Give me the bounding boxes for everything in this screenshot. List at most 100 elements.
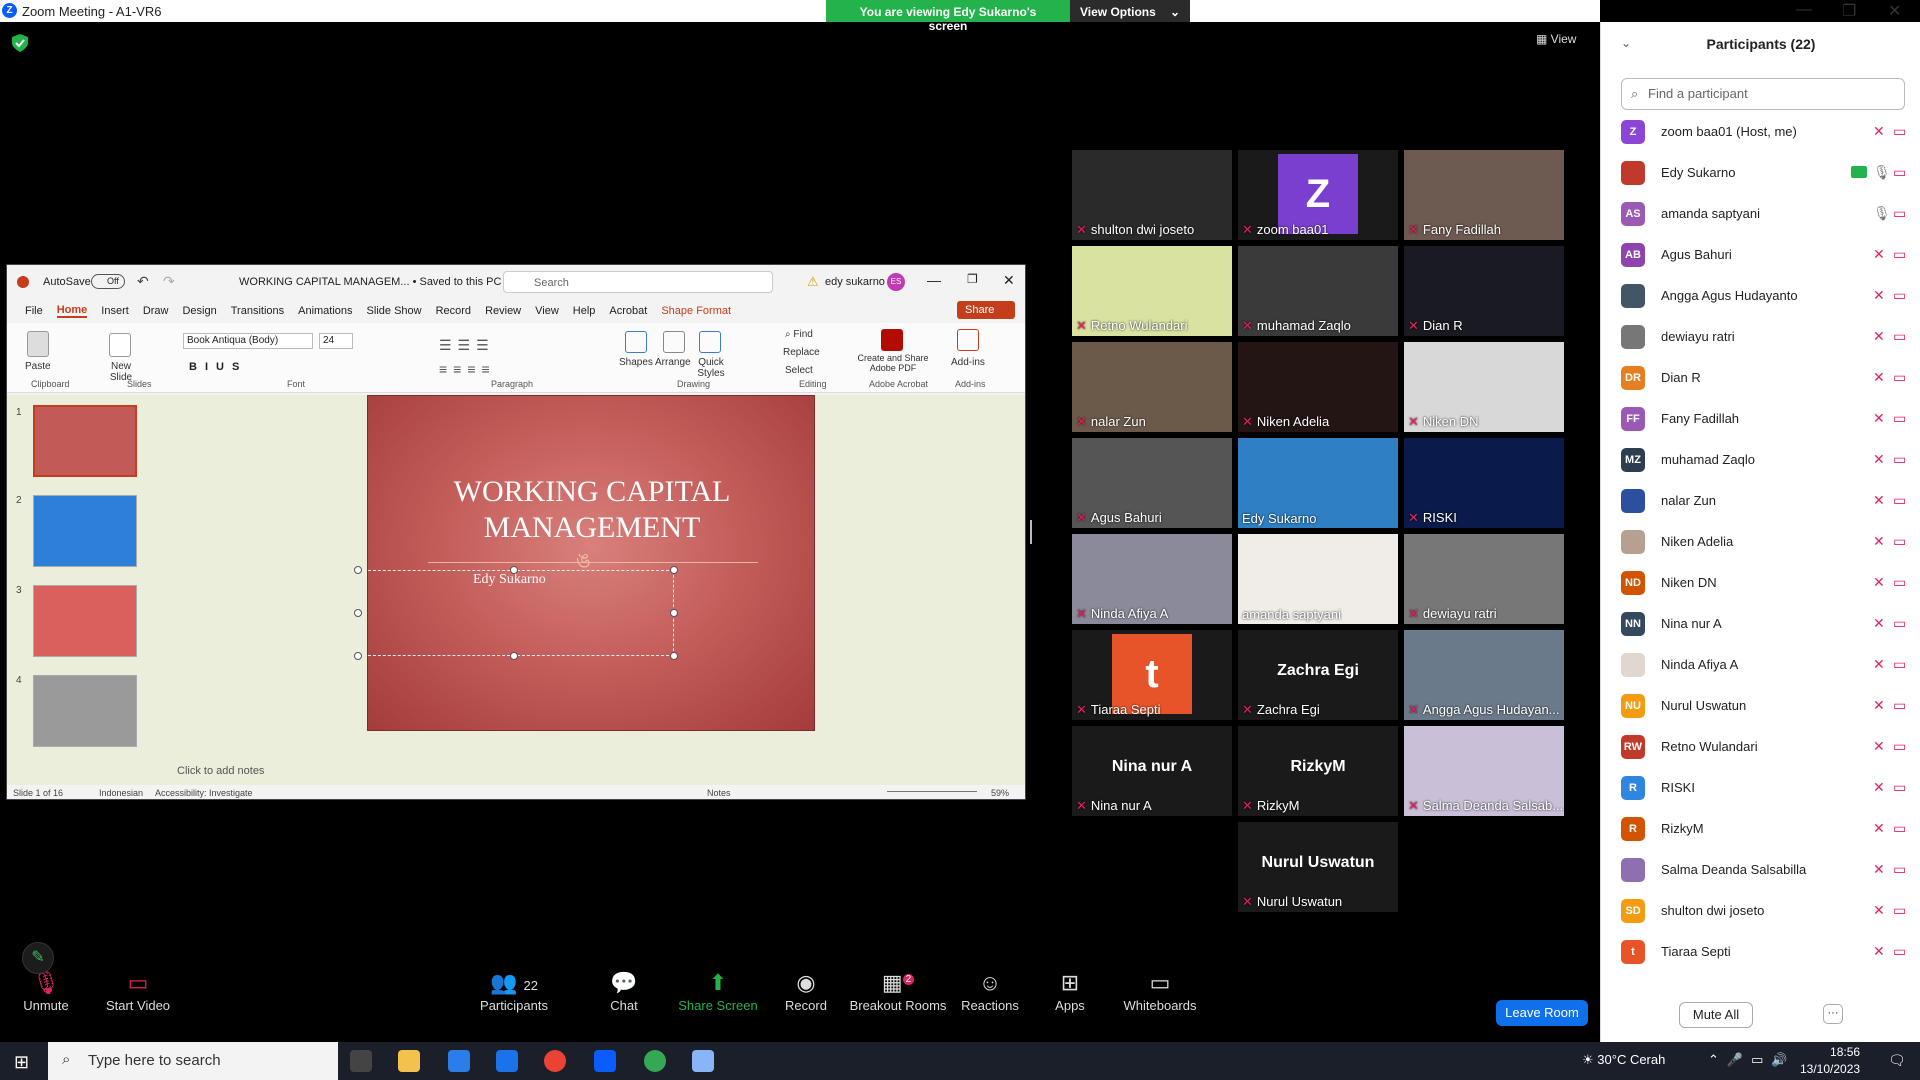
taskbar-clock[interactable]: 18:56 13/10/2023 [1800, 1044, 1860, 1078]
mute-all-button[interactable]: Mute All [1679, 1002, 1753, 1028]
undo-icon[interactable]: ↶ [137, 273, 149, 290]
video-tile[interactable]: Edy Sukarno [1238, 438, 1398, 528]
video-tile[interactable]: Zachra Egi ✕ Zachra Egi [1238, 630, 1398, 720]
participant-row[interactable]: t Tiaraa Septi ✕ ▭ [1621, 932, 1911, 972]
video-off-icon[interactable]: ▭ [1893, 697, 1906, 714]
participant-row[interactable]: Zzoom baa01 (Host, me) ✕ ▭ [1621, 112, 1911, 152]
video-tile[interactable]: ✕ RISKI [1404, 438, 1564, 528]
shapes-button-label[interactable]: Shapes [619, 357, 653, 368]
video-off-icon[interactable]: ▭ [1893, 328, 1906, 345]
video-off-icon[interactable]: ▭ [1893, 820, 1906, 837]
video-tile[interactable]: ✕ Salma Deanda Salsab... [1404, 726, 1564, 816]
leave-room-button[interactable]: Leave Room [1496, 1000, 1588, 1026]
quick-styles-button-label[interactable]: Quick Styles [693, 357, 729, 379]
participant-row[interactable]: DR Dian R ✕ ▭ [1621, 358, 1911, 398]
resize-handle[interactable] [354, 566, 362, 574]
video-off-icon[interactable]: ▭ [1893, 369, 1906, 386]
share-screen-button[interactable]: ⬆ Share Screen [668, 970, 768, 1013]
muted-mic-icon[interactable]: ✕ [1873, 369, 1885, 386]
chrome-icon[interactable] [544, 1050, 566, 1072]
muted-mic-icon[interactable]: ✕ [1873, 246, 1885, 263]
participant-row[interactable]: Edy Sukarno 🎙 ▭ [1621, 153, 1911, 193]
close-icon[interactable]: ✕ [1888, 1, 1901, 21]
quick-styles-icon[interactable] [699, 331, 721, 353]
resize-handle[interactable] [670, 566, 678, 574]
tab-transitions[interactable]: Transitions [231, 305, 284, 317]
arrange-icon[interactable] [663, 331, 685, 353]
participant-row[interactable]: AS amanda saptyani 🎙 ▭ [1621, 194, 1911, 234]
muted-mic-icon[interactable]: ✕ [1873, 943, 1885, 960]
video-off-icon[interactable]: ▭ [1893, 123, 1906, 140]
video-off-icon[interactable]: ▭ [1893, 492, 1906, 509]
status-language[interactable]: Indonesian [99, 788, 143, 798]
video-off-icon[interactable]: ▭ [1893, 205, 1906, 222]
participant-row[interactable]: nalar Zun ✕ ▭ [1621, 481, 1911, 521]
tab-review[interactable]: Review [485, 305, 521, 317]
participant-row[interactable]: NN Nina nur A ✕ ▭ [1621, 604, 1911, 644]
participant-row[interactable]: dewiayu ratri ✕ ▭ [1621, 317, 1911, 357]
video-tile[interactable]: ✕ nalar Zun [1072, 342, 1232, 432]
video-tile[interactable]: Nina nur A ✕ Nina nur A [1072, 726, 1232, 816]
video-tile[interactable]: ✕ Fany Fadillah [1404, 150, 1564, 240]
video-tile[interactable]: Z ✕ zoom baa01 [1238, 150, 1398, 240]
video-off-icon[interactable]: ▭ [1893, 574, 1906, 591]
ppt-minimize-icon[interactable]: — [927, 272, 941, 288]
resize-handle[interactable] [670, 609, 678, 617]
view-button[interactable]: ▦ View [1536, 32, 1576, 46]
participant-row[interactable]: Salma Deanda Salsabilla ✕ ▭ [1621, 850, 1911, 890]
slide-thumbnail-2[interactable] [33, 495, 137, 567]
windows-start-icon[interactable]: ⊞ [14, 1052, 29, 1073]
chrome-profile-icon[interactable] [644, 1050, 666, 1072]
paste-icon[interactable] [27, 331, 49, 357]
add-ins-label[interactable]: Add-ins [951, 357, 985, 368]
resize-handle[interactable] [354, 652, 362, 660]
ppt-restore-icon[interactable]: ❐ [967, 272, 978, 286]
tab-slide-show[interactable]: Slide Show [367, 305, 422, 317]
shapes-icon[interactable] [625, 331, 647, 353]
resize-handle[interactable] [510, 566, 518, 574]
video-off-icon[interactable]: ▭ [1893, 656, 1906, 673]
replace-button[interactable]: Replace [783, 347, 820, 358]
muted-mic-icon[interactable]: ✕ [1873, 861, 1885, 878]
video-tile[interactable]: ✕ Niken Adelia [1238, 342, 1398, 432]
unmute-button[interactable]: 🎙 Unmute [0, 970, 96, 1013]
redo-icon[interactable]: ↷ [163, 273, 175, 290]
video-tile[interactable]: RizkyM ✕ RizkyM [1238, 726, 1398, 816]
video-off-icon[interactable]: ▭ [1893, 902, 1906, 919]
video-off-icon[interactable]: ▭ [1893, 246, 1906, 263]
video-off-icon[interactable]: ▭ [1893, 861, 1906, 878]
file-explorer-icon[interactable] [398, 1050, 420, 1072]
new-slide-icon[interactable] [109, 333, 131, 357]
ppt-search-box[interactable]: Search [503, 271, 773, 293]
mail-icon[interactable] [496, 1050, 518, 1072]
participant-row[interactable]: ND Niken DN ✕ ▭ [1621, 563, 1911, 603]
list-icons[interactable]: ☰☰☰ [439, 337, 495, 354]
tab-file[interactable]: File [25, 305, 43, 317]
video-off-icon[interactable]: ▭ [1893, 738, 1906, 755]
video-tile[interactable]: ✕ Dian R [1404, 246, 1564, 336]
adobe-pdf-icon[interactable] [881, 329, 903, 351]
slide-title[interactable]: WORKING CAPITAL MANAGEMENT [368, 474, 816, 546]
muted-mic-icon[interactable]: ✕ [1873, 656, 1885, 673]
video-off-icon[interactable]: ▭ [1893, 287, 1906, 304]
slide-thumbnail-4[interactable] [33, 675, 137, 747]
video-tile[interactable]: ✕ Angga Agus Hudayan... [1404, 630, 1564, 720]
muted-mic-icon[interactable]: ✕ [1873, 574, 1885, 591]
tab-help[interactable]: Help [573, 305, 596, 317]
video-off-icon[interactable]: ▭ [1893, 779, 1906, 796]
system-tray-icons[interactable]: ⌃🎤▭🔊 [1708, 1052, 1796, 1068]
video-tile[interactable]: ✕ Retno Wulandari [1072, 246, 1232, 336]
video-tile[interactable]: Nurul Uswatun ✕ Nurul Uswatun [1238, 822, 1398, 912]
font-name-select[interactable]: Book Antiqua (Body) [183, 333, 313, 349]
start-video-button[interactable]: ▭ Start Video [88, 970, 188, 1013]
minimize-icon[interactable]: — [1796, 1, 1812, 19]
ppt-user-avatar[interactable]: ES [887, 273, 905, 291]
font-format-buttons[interactable]: BIUS [189, 361, 247, 373]
status-accessibility[interactable]: Accessibility: Investigate [155, 788, 253, 798]
muted-mic-icon[interactable]: ✕ [1873, 451, 1885, 468]
muted-mic-icon[interactable]: ✕ [1873, 492, 1885, 509]
resize-handle[interactable] [670, 652, 678, 660]
task-view-icon[interactable] [350, 1050, 372, 1072]
participant-row[interactable]: Niken Adelia ✕ ▭ [1621, 522, 1911, 562]
tab-acrobat[interactable]: Acrobat [609, 305, 647, 317]
